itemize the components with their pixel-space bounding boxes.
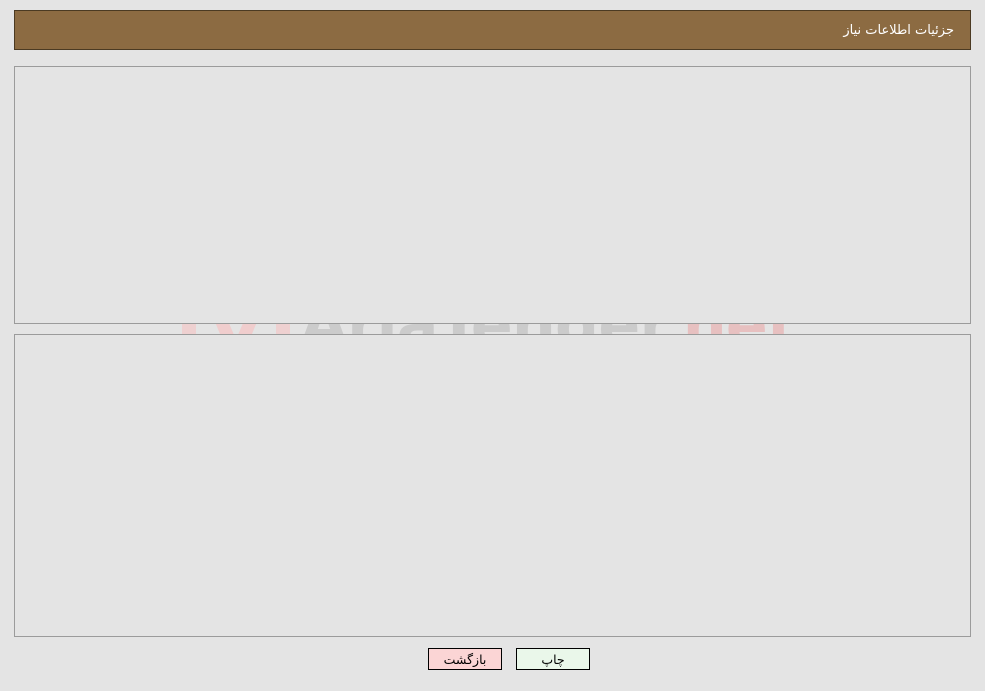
page-title: جزئیات اطلاعات نیاز <box>843 22 954 38</box>
back-button[interactable]: بازگشت <box>428 648 502 670</box>
details-panel <box>14 334 971 637</box>
print-button[interactable]: چاپ <box>516 648 590 670</box>
need-info-panel <box>14 66 971 324</box>
page-header-bar: جزئیات اطلاعات نیاز <box>14 10 971 50</box>
page-root: AriaTender.net جزئیات اطلاعات نیاز شماره… <box>0 0 985 691</box>
